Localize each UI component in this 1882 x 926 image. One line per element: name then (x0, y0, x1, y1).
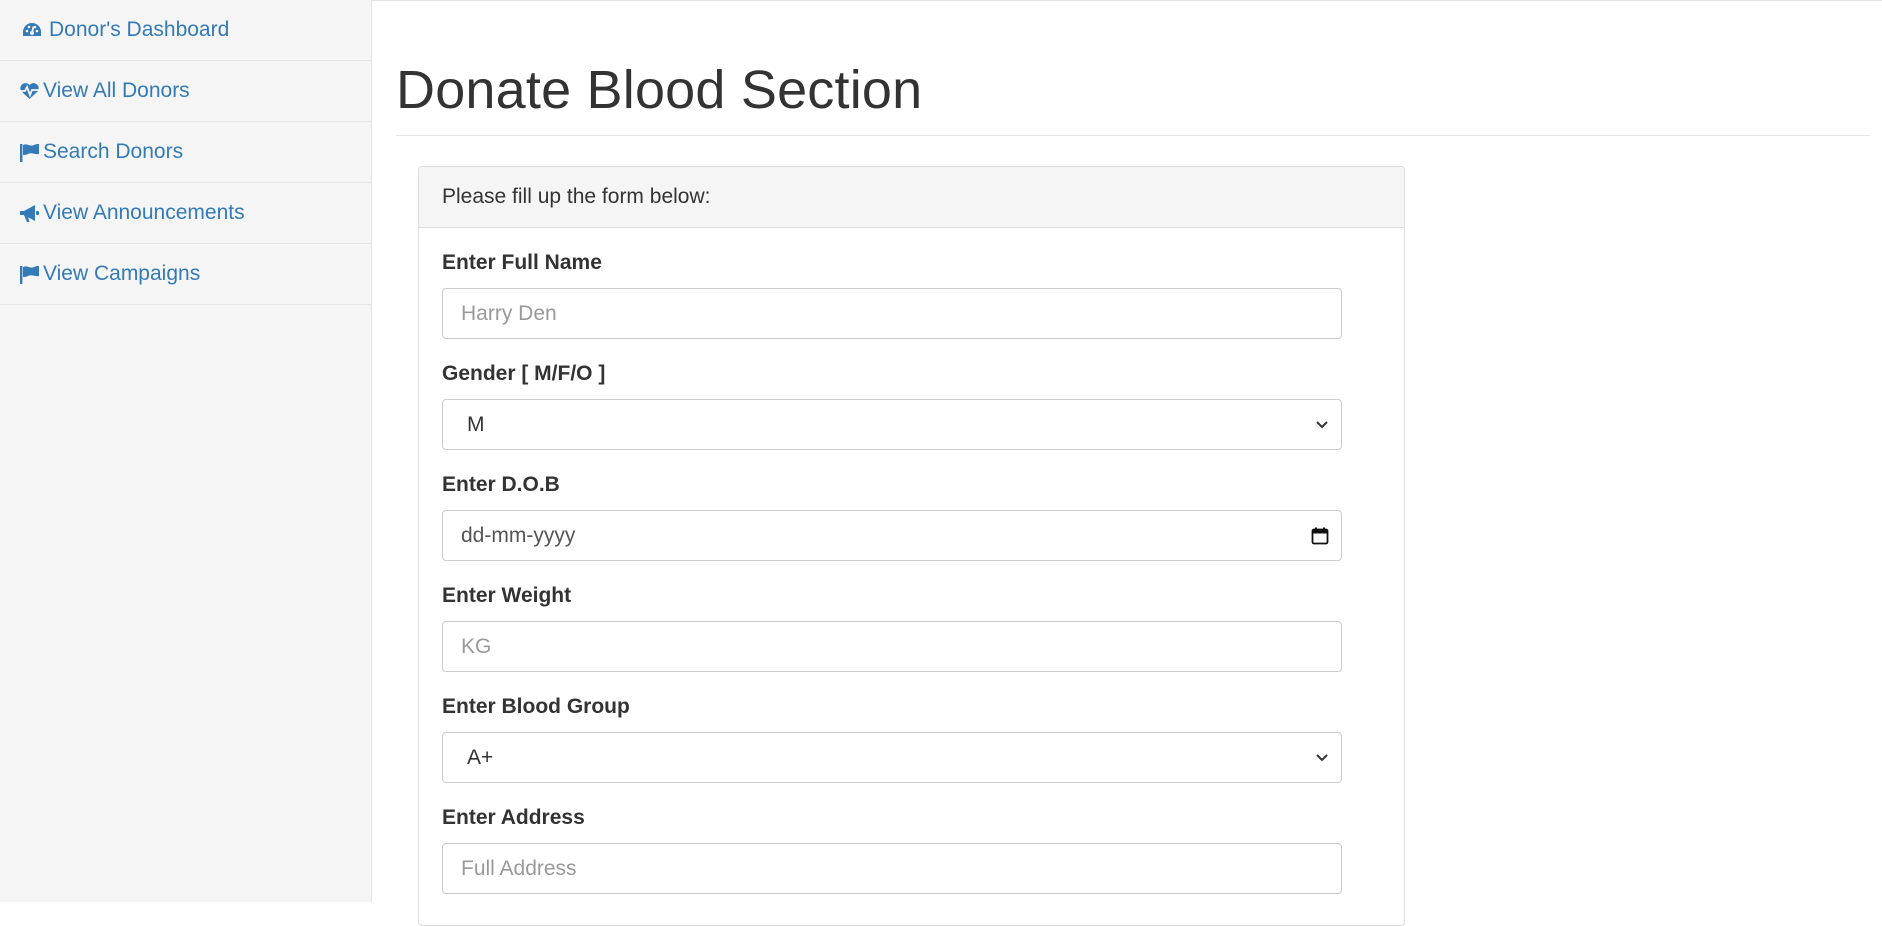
blood-group-label: Enter Blood Group (442, 695, 630, 718)
sidebar-item-label: Search Donors (43, 140, 184, 163)
panel-body: Enter Full Name Harry Den Gender [ M/F/O… (419, 228, 1404, 894)
full-name-input[interactable]: Harry Den (442, 288, 1342, 339)
dob-placeholder: dd-mm-yyyy (461, 523, 576, 547)
dob-input[interactable]: dd-mm-yyyy (442, 510, 1342, 561)
flag-icon (19, 142, 43, 162)
bullhorn-icon (19, 203, 43, 223)
address-group: Enter Address Full Address (442, 783, 1381, 894)
heartbeat-icon (19, 81, 43, 101)
sidebar-item-view-campaigns[interactable]: View Campaigns (0, 244, 371, 305)
blood-group-value: A+ (467, 745, 494, 769)
address-placeholder: Full Address (461, 856, 577, 880)
address-input[interactable]: Full Address (442, 843, 1342, 894)
weight-placeholder: KG (461, 634, 492, 658)
dashboard-icon (19, 20, 49, 40)
gender-select[interactable]: M (442, 399, 1342, 450)
dob-group: Enter D.O.B dd-mm-yyyy (442, 450, 1381, 561)
weight-group: Enter Weight KG (442, 561, 1381, 672)
dob-label: Enter D.O.B (442, 473, 560, 496)
chevron-down-icon (1315, 753, 1329, 763)
sidebar-item-dashboard[interactable]: Donor's Dashboard (0, 0, 371, 61)
sidebar: Donor's Dashboard View All Donors Search… (0, 0, 372, 902)
sidebar-item-view-announcements[interactable]: View Announcements (0, 183, 371, 244)
blood-group-select[interactable]: A+ (442, 732, 1342, 783)
weight-input[interactable]: KG (442, 621, 1342, 672)
weight-label: Enter Weight (442, 584, 572, 607)
blood-group-group: Enter Blood Group A+ (442, 672, 1381, 783)
sidebar-item-label: View Campaigns (43, 262, 201, 285)
title-divider (396, 135, 1870, 136)
calendar-icon[interactable] (1311, 527, 1329, 545)
main-content: Donate Blood Section Please fill up the … (372, 0, 1882, 926)
sidebar-item-label: Donor's Dashboard (49, 18, 230, 41)
address-label: Enter Address (442, 806, 585, 829)
full-name-label: Enter Full Name (442, 251, 602, 274)
flag-icon (19, 264, 43, 284)
gender-group: Gender [ M/F/O ] M (442, 339, 1381, 450)
panel-heading: Please fill up the form below: (419, 167, 1404, 228)
gender-value: M (467, 412, 485, 436)
chevron-down-icon (1315, 420, 1329, 430)
sidebar-item-label: View Announcements (43, 201, 245, 224)
sidebar-item-view-all-donors[interactable]: View All Donors (0, 61, 371, 122)
gender-label: Gender [ M/F/O ] (442, 362, 606, 385)
sidebar-item-search-donors[interactable]: Search Donors (0, 122, 371, 183)
donate-form-panel: Please fill up the form below: Enter Ful… (418, 166, 1405, 926)
full-name-placeholder: Harry Den (461, 301, 557, 325)
sidebar-item-label: View All Donors (43, 79, 190, 102)
full-name-group: Enter Full Name Harry Den (442, 228, 1381, 339)
page-title: Donate Blood Section (396, 60, 923, 120)
